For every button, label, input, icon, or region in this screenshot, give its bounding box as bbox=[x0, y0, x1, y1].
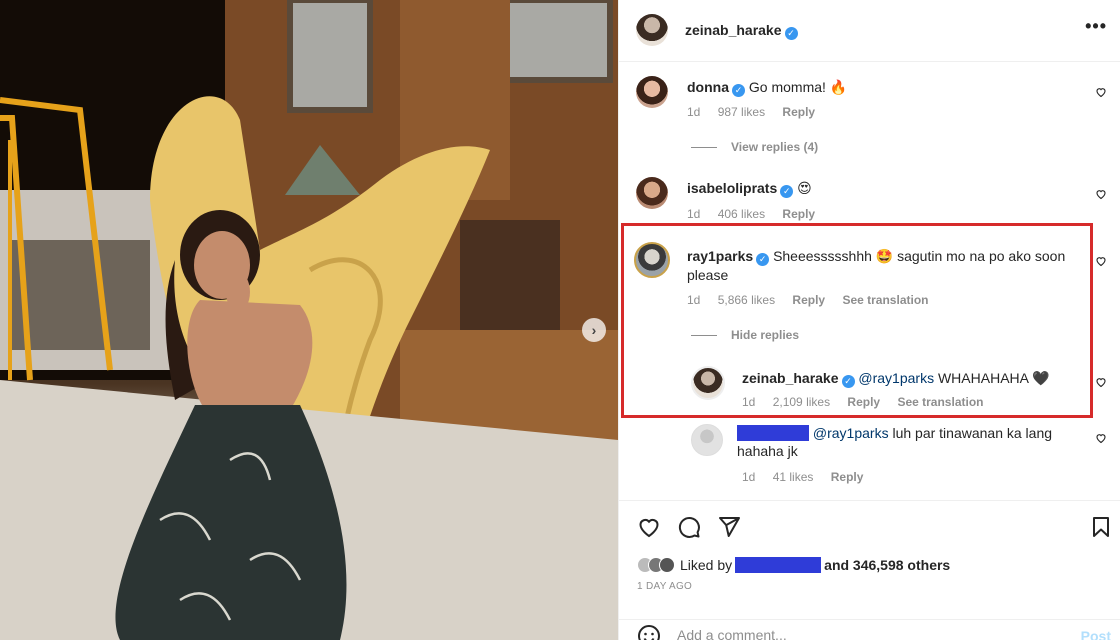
liked-by[interactable]: Liked by and 346,598 others bbox=[637, 557, 950, 573]
add-comment-bar: Post bbox=[619, 619, 1120, 640]
comment-text-continued: please bbox=[687, 267, 729, 283]
reply-body: @ray1parks luh par tinawanan ka lang hah… bbox=[737, 424, 1067, 460]
reply-time: 1d bbox=[742, 395, 756, 409]
mention-link[interactable]: @ray1parks bbox=[813, 425, 889, 441]
replies-divider bbox=[691, 335, 717, 337]
reply-username[interactable]: zeinab_harake bbox=[742, 370, 839, 386]
post-header: zeinab_harake ✓ ••• bbox=[619, 0, 1120, 62]
comment-meta: 1d 5,866 likes Reply See translation bbox=[687, 293, 942, 307]
post-actions: Liked by and 346,598 others 1 DAY AGO Po… bbox=[619, 500, 1120, 640]
author-username[interactable]: zeinab_harake ✓ bbox=[685, 22, 798, 40]
post-button[interactable]: Post bbox=[1081, 628, 1111, 640]
comment-item: donna ✓ Go momma! 🔥 1d 987 likes Reply Vi… bbox=[619, 62, 1120, 172]
heart-icon[interactable] bbox=[1095, 188, 1107, 200]
verified-icon: ✓ bbox=[841, 375, 855, 388]
replies-divider bbox=[691, 147, 717, 149]
comment-text: Go momma! 🔥 bbox=[748, 79, 848, 95]
see-translation-button[interactable]: See translation bbox=[897, 395, 983, 409]
liker-avatar bbox=[659, 557, 675, 573]
photo-scene bbox=[0, 0, 618, 640]
post-photo: › bbox=[0, 0, 618, 640]
commenter-avatar[interactable] bbox=[636, 76, 668, 108]
replier-avatar[interactable] bbox=[691, 366, 725, 400]
comment-time: 1d bbox=[687, 293, 701, 307]
send-icon[interactable] bbox=[717, 515, 741, 539]
comment-likes[interactable]: 406 likes bbox=[718, 207, 765, 221]
reply-text: WHAHAHAHA 🖤 bbox=[937, 370, 1050, 386]
redacted-username bbox=[737, 425, 809, 441]
comment-body: ray1parks ✓ Sheeessssshhh 🤩 sagutin mo na… bbox=[687, 247, 1067, 284]
comment-time: 1d bbox=[687, 105, 701, 119]
comment-username[interactable]: ray1parks bbox=[687, 248, 753, 264]
comment-username[interactable]: isabeloliprats bbox=[687, 180, 777, 196]
verified-icon: ✓ bbox=[784, 27, 798, 40]
comment-text: Sheeessssshhh 🤩 sagutin mo na po ako soo… bbox=[773, 248, 1066, 264]
comment-likes[interactable]: 987 likes bbox=[718, 105, 765, 119]
comment-meta: 1d 987 likes Reply bbox=[687, 105, 829, 119]
commenter-avatar[interactable] bbox=[634, 242, 670, 278]
view-replies-label[interactable]: View replies (4) bbox=[731, 140, 818, 154]
comment-body: donna ✓ Go momma! 🔥 bbox=[687, 78, 847, 97]
bookmark-icon[interactable] bbox=[1089, 515, 1113, 539]
see-translation-button[interactable]: See translation bbox=[842, 293, 928, 307]
author-username-text[interactable]: zeinab_harake bbox=[685, 22, 782, 38]
reply-text-continued: hahaha jk bbox=[737, 443, 798, 459]
more-horizontal-icon[interactable]: ••• bbox=[1085, 16, 1107, 37]
comment-meta: 1d 406 likes Reply bbox=[687, 207, 829, 221]
comment-body: isabeloliprats ✓ 😍 bbox=[687, 179, 812, 198]
next-photo-button[interactable]: › bbox=[582, 318, 606, 342]
heart-icon[interactable] bbox=[1095, 376, 1107, 388]
reply-item: @ray1parks luh par tinawanan ka lang hah… bbox=[619, 418, 1120, 498]
hide-replies-label[interactable]: Hide replies bbox=[731, 328, 799, 342]
default-avatar-icon[interactable] bbox=[691, 424, 723, 456]
hide-replies-button[interactable]: Hide replies bbox=[691, 328, 799, 342]
mention-link[interactable]: @ray1parks bbox=[858, 370, 934, 386]
verified-icon: ✓ bbox=[756, 253, 770, 266]
reply-item: zeinab_harake ✓ @ray1parks WHAHAHAHA 🖤 1d… bbox=[619, 358, 1120, 418]
comment-input[interactable] bbox=[677, 624, 1037, 640]
reply-text: luh par tinawanan ka lang bbox=[892, 425, 1053, 441]
reply-button[interactable]: Reply bbox=[831, 470, 864, 484]
smiley-icon[interactable] bbox=[637, 624, 661, 640]
commenter-avatar[interactable] bbox=[636, 177, 668, 209]
reply-button[interactable]: Reply bbox=[782, 105, 815, 119]
heart-icon[interactable] bbox=[1095, 255, 1107, 267]
liked-by-label: Liked by bbox=[680, 557, 733, 573]
reply-button[interactable]: Reply bbox=[792, 293, 825, 307]
reply-button[interactable]: Reply bbox=[847, 395, 880, 409]
comment-icon[interactable] bbox=[677, 515, 701, 539]
reply-button[interactable]: Reply bbox=[782, 207, 815, 221]
redacted-username bbox=[735, 557, 822, 573]
heart-icon[interactable] bbox=[637, 515, 661, 539]
chevron-right-icon: › bbox=[591, 322, 597, 338]
heart-icon[interactable] bbox=[1095, 86, 1107, 98]
reply-meta: 1d 41 likes Reply bbox=[742, 470, 877, 484]
view-replies-button[interactable]: View replies (4) bbox=[691, 140, 818, 154]
post-time: 1 DAY AGO bbox=[637, 581, 693, 592]
reply-time: 1d bbox=[742, 470, 756, 484]
comment-likes[interactable]: 5,866 likes bbox=[718, 293, 775, 307]
verified-icon: ✓ bbox=[732, 84, 745, 97]
comment-time: 1d bbox=[687, 207, 701, 221]
comments-panel: zeinab_harake ✓ ••• donna ✓ Go momma! 🔥 1d… bbox=[618, 0, 1120, 640]
reply-meta: 1d 2,109 likes Reply See translation bbox=[742, 395, 997, 409]
like-count[interactable]: and 346,598 others bbox=[824, 557, 950, 573]
comment-item: ray1parks ✓ Sheeessssshhh 🤩 sagutin mo na… bbox=[619, 228, 1120, 348]
comment-item: isabeloliprats ✓ 😍 1d 406 likes Reply bbox=[619, 165, 1120, 225]
verified-icon: ✓ bbox=[780, 185, 794, 198]
heart-icon[interactable] bbox=[1095, 432, 1107, 444]
comment-username[interactable]: donna bbox=[687, 79, 729, 95]
comment-text: 😍 bbox=[797, 180, 812, 196]
author-avatar[interactable] bbox=[636, 14, 668, 46]
reply-body: zeinab_harake ✓ @ray1parks WHAHAHAHA 🖤 bbox=[742, 369, 1050, 388]
reply-likes[interactable]: 2,109 likes bbox=[773, 395, 830, 409]
reply-likes[interactable]: 41 likes bbox=[773, 470, 814, 484]
